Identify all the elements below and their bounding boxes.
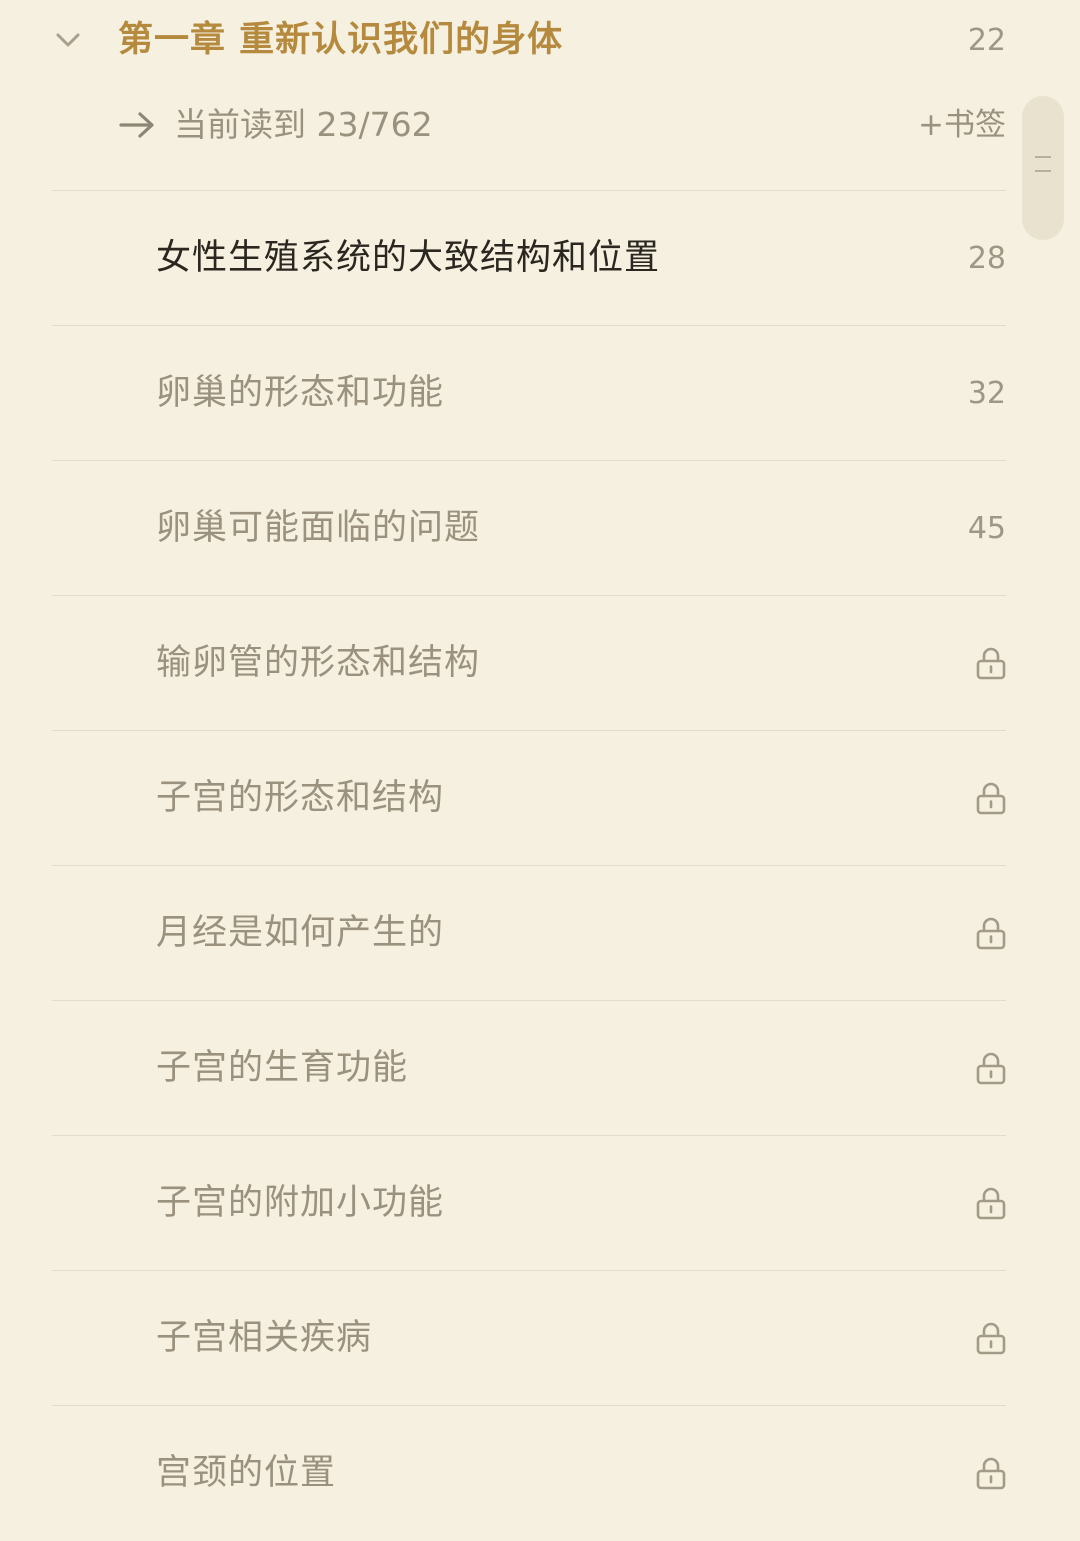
reading-progress-text[interactable]: 当前读到 23/762 [174,100,433,150]
chevron-down-icon[interactable] [52,24,84,56]
section-item[interactable]: 子宫相关疾病 [52,1270,1006,1405]
chapter-title[interactable]: 第一章 重新认识我们的身体 [118,14,563,66]
lock-icon [976,1187,1006,1220]
section-item[interactable]: 女性生殖系统的大致结构和位置 28 [52,190,1006,325]
section-item[interactable]: 子宫的生育功能 [52,1000,1006,1135]
section-item[interactable]: 子宫的附加小功能 [52,1135,1006,1270]
section-title: 卵巢可能面临的问题 [156,508,481,548]
section-title: 子宫的生育功能 [156,1048,409,1088]
section-item[interactable]: 月经是如何产生的 [52,865,1006,1000]
lock-icon [976,1052,1006,1085]
section-page-number: 45 [967,511,1006,546]
section-title: 宫颈的位置 [156,1453,337,1493]
section-title: 输卵管的形态和结构 [156,643,481,683]
scroll-grip-line [1035,170,1051,172]
lock-icon [976,647,1006,680]
section-title: 卵巢的形态和功能 [156,373,445,413]
lock-icon [976,1322,1006,1355]
chapter-header[interactable]: 第一章 重新认识我们的身体 22 [52,0,1006,84]
section-title: 子宫相关疾病 [156,1318,373,1358]
section-item[interactable]: 子宫的形态和结构 [52,730,1006,865]
lock-icon [976,917,1006,950]
section-page-number: 32 [967,376,1006,411]
section-list: 女性生殖系统的大致结构和位置 28 卵巢的形态和功能 32 卵巢可能面临的问题 … [52,190,1006,1540]
chapter-page-number: 22 [967,23,1006,58]
arrow-right-icon [119,112,154,138]
section-item[interactable]: 宫颈的位置 [52,1405,1006,1540]
section-title: 子宫的形态和结构 [156,778,445,818]
section-item[interactable]: 卵巢可能面临的问题 45 [52,460,1006,595]
add-bookmark-button[interactable]: +书签 [918,102,1006,148]
scroll-grip-line [1035,156,1051,158]
reading-progress-row: 当前读到 23/762 +书签 [52,96,1006,156]
toc-page: 第一章 重新认识我们的身体 22 当前读到 23/762 +书签 女性生殖系统的… [0,0,1080,1512]
lock-icon [976,782,1006,815]
section-item[interactable]: 输卵管的形态和结构 [52,595,1006,730]
section-title: 子宫的附加小功能 [156,1183,445,1223]
section-page-number: 28 [967,241,1006,276]
lock-icon [976,1457,1006,1490]
section-item[interactable]: 卵巢的形态和功能 32 [52,325,1006,460]
section-title: 女性生殖系统的大致结构和位置 [156,238,661,278]
scroll-handle[interactable] [1022,96,1064,240]
section-title: 月经是如何产生的 [156,913,445,953]
